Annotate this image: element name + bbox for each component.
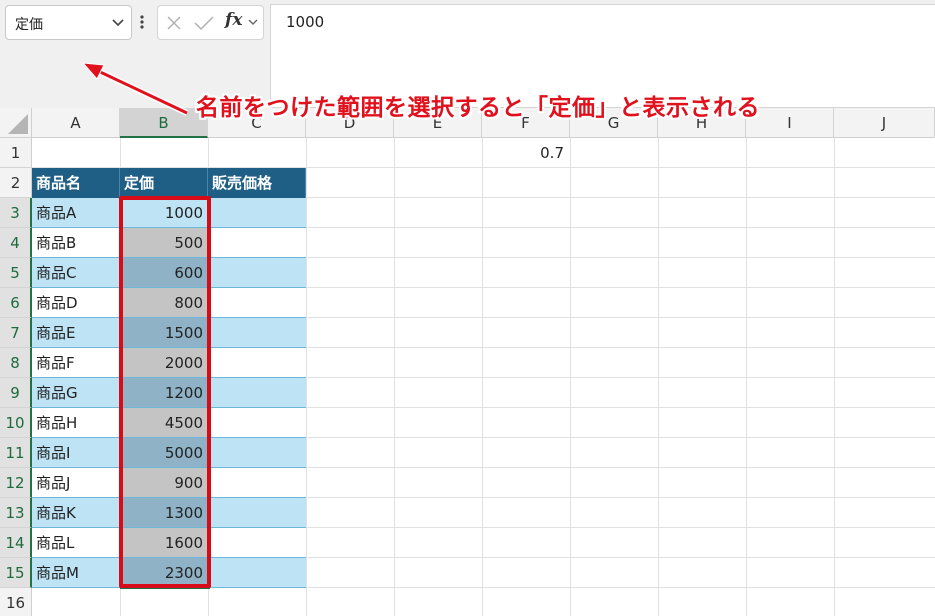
formula-controls: fx: [157, 5, 264, 40]
chevron-down-icon[interactable]: [111, 15, 125, 29]
product-name-cell[interactable]: 商品K: [32, 498, 120, 528]
sale-price-cell[interactable]: [208, 498, 306, 528]
table-header-cell[interactable]: 商品名: [32, 168, 120, 198]
row-header[interactable]: 1: [0, 138, 32, 168]
product-name-cell[interactable]: 商品D: [32, 288, 120, 318]
sale-price-cell[interactable]: [208, 438, 306, 468]
chevron-down-icon[interactable]: [247, 16, 259, 28]
highlight-box: [119, 196, 211, 588]
sale-price-cell[interactable]: [208, 288, 306, 318]
column-header-b[interactable]: B: [120, 108, 208, 138]
row-header[interactable]: 5: [0, 258, 32, 288]
sale-price-cell[interactable]: [208, 528, 306, 558]
product-name-cell[interactable]: 商品G: [32, 378, 120, 408]
cell-f1[interactable]: 0.7: [482, 138, 570, 168]
column-header-a[interactable]: A: [32, 108, 120, 138]
name-box-value: 定価: [15, 17, 43, 33]
sale-price-cell[interactable]: [208, 318, 306, 348]
row-header[interactable]: 14: [0, 528, 32, 558]
row-header[interactable]: 12: [0, 468, 32, 498]
row-header[interactable]: 13: [0, 498, 32, 528]
product-name-cell[interactable]: 商品E: [32, 318, 120, 348]
row-header[interactable]: 3: [0, 198, 32, 228]
select-all-button[interactable]: [0, 108, 32, 138]
row-header[interactable]: 9: [0, 378, 32, 408]
row-header[interactable]: 7: [0, 318, 32, 348]
column-header-j[interactable]: J: [834, 108, 935, 138]
sale-price-cell[interactable]: [208, 468, 306, 498]
table-header-cell[interactable]: 定価: [120, 168, 208, 198]
formula-value: 1000: [286, 13, 325, 31]
sale-price-cell[interactable]: [208, 558, 306, 588]
row-header[interactable]: 4: [0, 228, 32, 258]
product-name-cell[interactable]: 商品I: [32, 438, 120, 468]
row-header[interactable]: 10: [0, 408, 32, 438]
product-name-cell[interactable]: 商品J: [32, 468, 120, 498]
name-box[interactable]: 定価: [5, 5, 132, 40]
row-header[interactable]: 11: [0, 438, 32, 468]
cancel-icon[interactable]: [165, 14, 183, 32]
sale-price-cell[interactable]: [208, 378, 306, 408]
checkmark-icon[interactable]: [193, 14, 215, 32]
product-name-cell[interactable]: 商品C: [32, 258, 120, 288]
product-name-cell[interactable]: 商品L: [32, 528, 120, 558]
product-name-cell[interactable]: 商品M: [32, 558, 120, 588]
annotation-callout: 名前をつけた範囲を選択すると「定価」と表示される: [196, 95, 760, 121]
product-name-cell[interactable]: 商品B: [32, 228, 120, 258]
table-header-cell[interactable]: 販売価格: [208, 168, 306, 198]
sale-price-cell[interactable]: [208, 348, 306, 378]
product-name-cell[interactable]: 商品H: [32, 408, 120, 438]
cell-grid[interactable]: 0.7 商品名 定価 販売価格 商品A 1000 商品B 500 商品C 600…: [32, 138, 935, 616]
insert-function-button[interactable]: fx: [225, 10, 242, 30]
row-header[interactable]: 2: [0, 168, 32, 198]
product-name-cell[interactable]: 商品F: [32, 348, 120, 378]
row-header[interactable]: 6: [0, 288, 32, 318]
product-name-cell[interactable]: 商品A: [32, 198, 120, 228]
sale-price-cell[interactable]: [208, 408, 306, 438]
row-header[interactable]: 8: [0, 348, 32, 378]
sale-price-cell[interactable]: [208, 228, 306, 258]
row-header[interactable]: 15: [0, 558, 32, 588]
sale-price-cell[interactable]: [208, 198, 306, 228]
row-header[interactable]: 16: [0, 588, 32, 616]
more-options-icon[interactable]: [139, 12, 145, 32]
sale-price-cell[interactable]: [208, 258, 306, 288]
